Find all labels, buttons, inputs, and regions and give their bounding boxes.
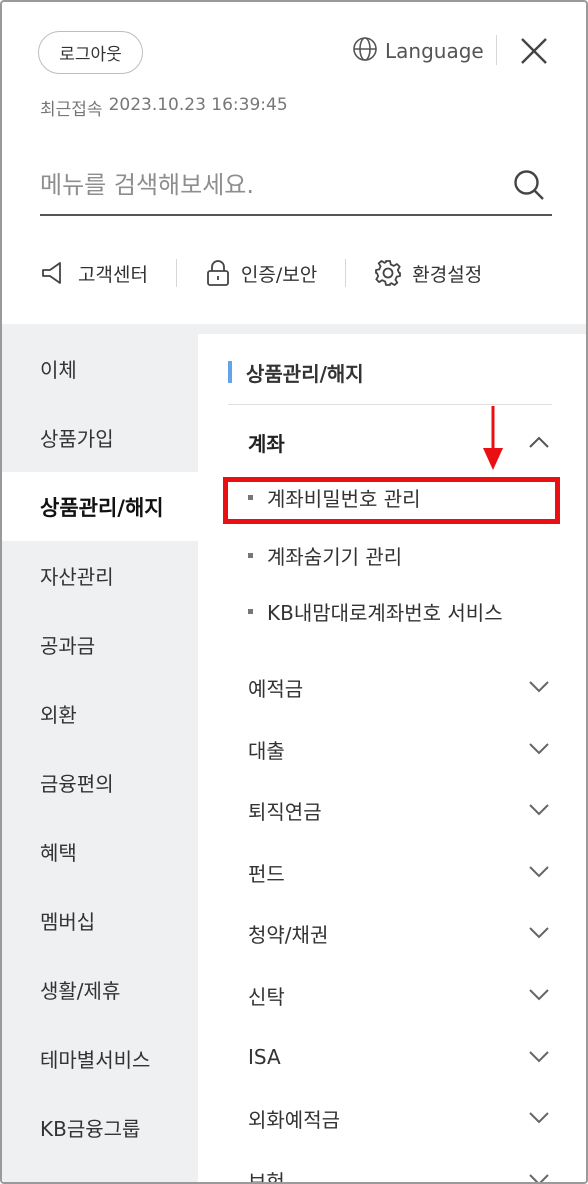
category-foreign-deposits[interactable]: 외화예적금 (248, 1098, 550, 1138)
category-trust[interactable]: 신탁 (248, 975, 550, 1015)
quick-divider (345, 259, 347, 287)
menu-search (40, 160, 552, 216)
sidebar-item-theme-services[interactable]: 테마별서비스 (2, 1024, 198, 1093)
category-isa[interactable]: ISA (248, 1037, 550, 1077)
category-label: 청약/채권 (248, 922, 329, 947)
category-insurance[interactable]: 보험 (248, 1160, 550, 1184)
sidebar-item-product-management[interactable]: 상품관리/해지 (2, 472, 198, 541)
bullet-icon (248, 552, 253, 558)
customer-center-label: 고객센터 (78, 263, 148, 286)
highlight-box (223, 477, 560, 524)
search-icon (514, 170, 544, 200)
last-login-label: 최근접속 (40, 100, 103, 120)
settings-label: 환경설정 (412, 263, 483, 286)
security-link[interactable]: 인증/보안 (205, 259, 317, 287)
section-title: 상품관리/해지 (228, 358, 364, 386)
sidebar-item-foreign-exchange[interactable]: 외환 (2, 679, 198, 748)
sidebar-item-utility-bills[interactable]: 공과금 (2, 610, 198, 679)
chevron-down-icon (529, 743, 549, 755)
chevron-down-icon (529, 804, 549, 816)
category-label: 신탁 (248, 984, 285, 1009)
sidebar-item-kb-group[interactable]: KB금융그룹 (2, 1093, 198, 1162)
chevron-down-icon (529, 681, 549, 693)
search-button[interactable] (512, 168, 548, 204)
category-deposits[interactable]: 예적금 (248, 667, 550, 707)
chevron-down-icon (529, 1051, 549, 1063)
chevron-down-icon (529, 1112, 549, 1124)
sidebar-item-financial-convenience[interactable]: 금융편의 (2, 748, 198, 817)
menu-screen: 로그아웃 Language 최근접속 2023.10.23 16:39:45 메… (0, 0, 588, 1184)
sidebar-item-product-signup[interactable]: 상품가입 (2, 403, 198, 472)
category-label: 퇴직연금 (248, 799, 322, 824)
close-icon (521, 38, 547, 64)
sub-item-label: KB내맘대로계좌번호 서비스 (267, 600, 503, 625)
quick-divider (175, 259, 177, 287)
category-label: ISA (248, 1045, 281, 1069)
security-label: 인증/보안 (240, 263, 318, 286)
category-label: 대출 (248, 738, 285, 763)
chevron-down-icon (529, 866, 549, 878)
chevron-down-icon (529, 1174, 549, 1182)
account-group-title: 계좌 (248, 431, 285, 456)
sidebar-item-benefits[interactable]: 혜택 (2, 817, 198, 886)
globe-icon (352, 36, 378, 67)
category-subscription-bonds[interactable]: 청약/채권 (248, 913, 550, 953)
logout-button[interactable]: 로그아웃 (38, 31, 143, 74)
section-title-text: 상품관리/해지 (246, 361, 364, 386)
category-label: 예적금 (248, 676, 304, 701)
chevron-up-icon (529, 436, 549, 448)
chevron-down-icon (529, 989, 549, 1001)
lock-icon (207, 260, 229, 286)
section-accent-bar (228, 361, 232, 383)
chevron-down-icon (529, 927, 549, 939)
settings-link[interactable]: 환경설정 (374, 259, 482, 287)
category-label: 보험 (248, 1169, 285, 1184)
language-label: Language (385, 39, 484, 63)
quick-links: 고객센터 인증/보안 환경설정 (40, 250, 552, 296)
menu-content: 상품관리/해지 계좌 계좌비밀번호 관리 계좌숨기기 관리 KB내맘대로계좌번호… (198, 334, 586, 1184)
category-pension[interactable]: 퇴직연금 (248, 790, 550, 830)
gear-icon (375, 260, 402, 286)
sidebar-item-transfer[interactable]: 이체 (2, 334, 198, 403)
red-arrow-icon (483, 406, 503, 470)
bullet-icon (248, 608, 253, 614)
sidebar-item-membership[interactable]: 멤버십 (2, 886, 198, 955)
account-hide-menu[interactable]: 계좌숨기기 관리 (248, 540, 402, 570)
custom-account-number-menu[interactable]: KB내맘대로계좌번호 서비스 (248, 596, 503, 626)
search-input[interactable] (40, 160, 480, 210)
category-funds[interactable]: 펀드 (248, 852, 550, 892)
sidebar-item-asset-management[interactable]: 자산관리 (2, 541, 198, 610)
category-label: 펀드 (248, 861, 285, 886)
category-sidebar: 이체 상품가입 상품관리/해지 자산관리 공과금 외환 금융편의 혜택 멤버십 … (2, 334, 198, 1182)
sub-item-label: 계좌숨기기 관리 (267, 544, 403, 569)
customer-center-link[interactable]: 고객센터 (40, 260, 148, 287)
close-button[interactable] (515, 32, 553, 70)
section-divider (228, 404, 552, 405)
megaphone-icon (42, 262, 61, 284)
language-button[interactable]: Language (352, 36, 484, 66)
sidebar-item-lifestyle[interactable]: 생활/제휴 (2, 955, 198, 1024)
last-login-info: 최근접속 2023.10.23 16:39:45 (40, 95, 288, 120)
last-login-value: 2023.10.23 16:39:45 (108, 95, 288, 115)
header-divider (496, 35, 497, 65)
category-loans[interactable]: 대출 (248, 729, 550, 769)
section-separator (2, 324, 586, 334)
category-label: 외화예적금 (248, 1107, 340, 1132)
